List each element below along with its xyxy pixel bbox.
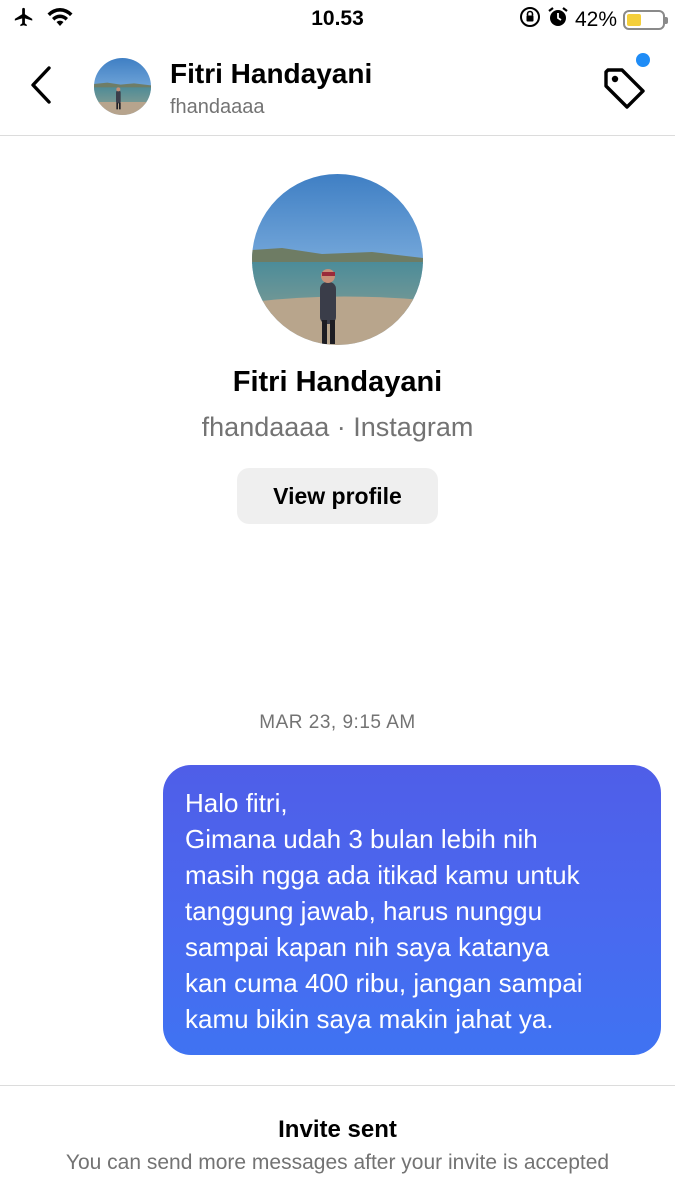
message-bubble[interactable]: Halo fitri, Gimana udah 3 bulan lebih ni… (163, 765, 661, 1055)
message-line: Halo fitri, (185, 788, 288, 818)
battery-percent: 42% (574, 8, 617, 31)
tag-icon (604, 68, 645, 109)
invite-subtitle: You can send more messages after your in… (65, 1151, 610, 1174)
profile-photo (252, 174, 423, 345)
profile-name: Fitri Handayani (232, 366, 443, 398)
header-username: fhandaaaa (170, 96, 265, 118)
avatar-photo (94, 58, 151, 115)
message-line: tanggung jawab, harus nunggu (185, 896, 543, 926)
invite-title: Invite sent (278, 1116, 397, 1143)
message-line: masih ngga ada itikad kamu untuk (185, 860, 580, 890)
message-timestamp: MAR 23, 9:15 AM (259, 712, 416, 733)
header-avatar[interactable] (94, 58, 151, 115)
status-bar: 10.53 42% (0, 0, 675, 38)
profile-avatar[interactable] (252, 174, 423, 345)
message-line: kamu bikin saya makin jahat ya. (185, 1004, 554, 1034)
alarm-icon (547, 6, 569, 34)
battery-fill (627, 14, 642, 26)
chevron-left-icon (31, 66, 51, 104)
notification-dot (636, 53, 650, 67)
rotation-lock-icon (519, 6, 541, 34)
profile-subtitle: fhandaaaa · Instagram (201, 412, 474, 442)
chat-header: Fitri Handayani fhandaaaa (0, 38, 675, 136)
tag-button[interactable] (598, 62, 650, 114)
invite-footer: Invite sent You can send more messages a… (0, 1085, 675, 1200)
view-profile-button[interactable]: View profile (237, 468, 438, 524)
message-line: kan cuma 400 ribu, jangan sampai (185, 968, 583, 998)
back-button[interactable] (22, 60, 62, 110)
status-right: 42% (519, 6, 668, 34)
message-line: Gimana udah 3 bulan lebih nih (185, 824, 538, 854)
message-line: sampai kapan nih saya katanya (185, 932, 550, 962)
header-name[interactable]: Fitri Handayani (170, 58, 372, 90)
battery-icon (623, 10, 668, 30)
